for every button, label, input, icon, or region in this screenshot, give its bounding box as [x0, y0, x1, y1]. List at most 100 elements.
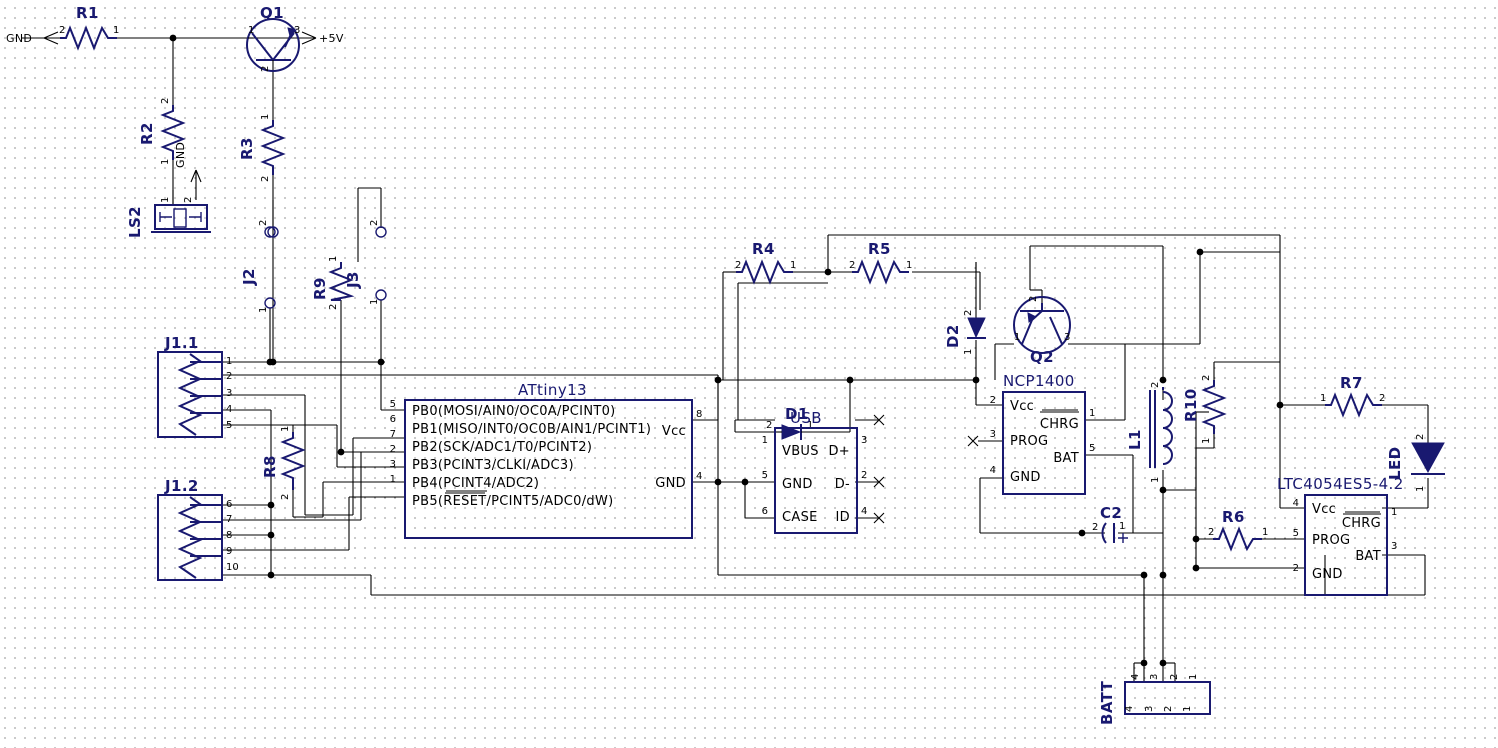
ic-ncp1400[interactable]: NCP1400 Vcc PROG GND CHRG BAT 2 3 4 1 5	[967, 372, 1095, 495]
pin-r1-1: 1	[113, 25, 119, 36]
pin-j1-1-1: 1	[226, 356, 232, 367]
ref-ls2: LS2	[126, 206, 144, 238]
pinname-ltc-prog: PROG	[1312, 533, 1350, 548]
ic-attiny13[interactable]: ATtiny13 5 6 7 2 3 1 PB0(MOSI/AIN0/OC0A/…	[390, 381, 703, 539]
pinname-dplus: D+	[828, 444, 850, 459]
pin-r3-2: 2	[260, 176, 271, 182]
pin-ncp-5: 5	[1089, 443, 1095, 454]
pin-j1-1-5: 5	[226, 420, 232, 431]
pinlbl-batt-1: 1	[1188, 674, 1199, 680]
ic-ltc4054-name: LTC4054ES5-4.2	[1277, 475, 1404, 493]
ic-usb[interactable]: USB VBUS GND CASE D+ D- ID 1 5 6 3 2 4	[762, 409, 885, 534]
component-batt[interactable]: BATT 4 3 2 1 4 3 2 1	[1098, 674, 1211, 725]
ref-r6: R6	[1222, 508, 1245, 526]
component-d2[interactable]: D2 2 1	[944, 310, 986, 355]
pin-ncp-2: 2	[990, 395, 996, 406]
pin-c2-1: 1	[1119, 521, 1125, 532]
pin-attiny-8: 8	[696, 409, 702, 420]
component-r4[interactable]: R4 2 1	[735, 240, 796, 285]
pinname-pb1: PB1(MISO/INT0/OC0B/AIN1/PCINT1)	[412, 422, 651, 437]
pin-ncp-4: 4	[990, 465, 996, 476]
pin-ltc-3: 3	[1391, 541, 1397, 552]
pin-q1-2: 2	[260, 66, 271, 72]
pin-j2-2: 2	[258, 220, 269, 226]
wires	[22, 37, 1429, 682]
pin-r1-2: 2	[59, 25, 65, 36]
net-label-gnd-r2: GND	[174, 142, 187, 168]
pin-attiny-6: 6	[390, 414, 396, 425]
pin-d2-2: 2	[963, 310, 974, 316]
pin-r4-2: 2	[735, 260, 741, 271]
pin-r9-2: 2	[328, 304, 339, 310]
component-ls2[interactable]: LS2 1 2	[126, 197, 211, 238]
ic-ncp1400-name: NCP1400	[1003, 372, 1075, 390]
pin-usb-3: 3	[861, 435, 867, 446]
component-j3[interactable]: J3 1 2	[344, 220, 387, 305]
pin-r2-2: 2	[160, 98, 171, 104]
pin-usb-4: 4	[861, 506, 867, 517]
pin-d1-2: 2	[766, 420, 772, 431]
ref-r1: R1	[76, 4, 99, 22]
pin-r2-1: 1	[160, 159, 171, 165]
component-q2[interactable]: Q2 1 2 3	[1013, 296, 1071, 366]
pin-r6-1: 1	[1262, 527, 1268, 538]
pin-batt-4: 4	[1124, 706, 1135, 712]
pin-q2-1: 1	[1014, 332, 1020, 343]
component-r6[interactable]: R6 2 1	[1208, 508, 1268, 552]
pin-r8-2: 2	[280, 494, 291, 500]
pin-ls2-2: 2	[183, 197, 194, 203]
ref-l1: L1	[1126, 429, 1144, 450]
pin-j1-2-8: 8	[226, 530, 232, 541]
pin-usb-5: 5	[762, 470, 768, 481]
pinname-usb-gnd: GND	[782, 477, 813, 492]
pin-attiny-4: 4	[696, 471, 702, 482]
pin-j1-1-2: 2	[226, 371, 232, 382]
ic-attiny13-name: ATtiny13	[518, 381, 587, 399]
component-r10[interactable]: R10 2 1	[1182, 375, 1227, 490]
pin-ltc-2: 2	[1293, 563, 1299, 574]
ref-batt: BATT	[1098, 680, 1116, 725]
pin-r3-1: 1	[260, 114, 271, 120]
usb-nc-markers	[873, 414, 885, 524]
ref-d2: D2	[944, 324, 962, 348]
pin-led-1: 1	[1415, 486, 1426, 492]
pin-j3-1: 1	[369, 299, 380, 305]
pin-r8-1: 1	[280, 426, 291, 432]
component-j1-2[interactable]: J1.2 6 7 8 9 10	[157, 477, 239, 581]
ic-ltc4054[interactable]: LTC4054ES5-4.2 Vcc PROG GND CHRG BAT 4 5…	[1277, 475, 1404, 596]
pinname-ncp-prog: PROG	[1010, 434, 1048, 449]
component-r1[interactable]: R1 2 1	[59, 4, 119, 51]
schematic-sheet: GND +5V R1 2 1 R2 2 1 GND LS2 1 2 Q1 1 2…	[0, 0, 1498, 748]
component-r8[interactable]: R8 1 2	[261, 426, 306, 500]
pinname-ncp-vcc: Vcc	[1010, 399, 1034, 414]
pin-j1-2-7: 7	[226, 514, 232, 525]
ref-j1-1: J1.1	[164, 334, 199, 352]
pin-batt-1: 1	[1182, 706, 1193, 712]
pin-usb-1: 1	[762, 435, 768, 446]
pinname-ltc-gnd: GND	[1312, 567, 1343, 582]
component-j1-1[interactable]: J1.1 1 2 3 4 5	[157, 334, 232, 438]
component-r3[interactable]: R3 1 2	[238, 114, 286, 238]
pin-usb-2: 2	[861, 470, 867, 481]
pinname-case: CASE	[782, 510, 818, 525]
pinname-vbus: VBUS	[782, 444, 819, 459]
pinname-pb0: PB0(MOSI/AIN0/OC0A/PCINT0)	[412, 404, 616, 419]
pin-attiny-7: 7	[390, 429, 396, 440]
pin-r6-2: 2	[1208, 527, 1214, 538]
component-r5[interactable]: R5 2 1	[828, 240, 912, 285]
ref-j1-2: J1.2	[164, 477, 199, 495]
component-r7[interactable]: R7 1 2	[1320, 374, 1385, 418]
component-j2[interactable]: J2 1 2	[240, 220, 276, 313]
pinname-ncp-bat: BAT	[1053, 451, 1079, 466]
pin-d2-1: 1	[963, 349, 974, 355]
pin-q1-1: 1	[248, 25, 254, 36]
ref-r3: R3	[238, 137, 256, 160]
pinlbl-batt-2: 2	[1169, 674, 1180, 680]
pinname-ncp-gnd: GND	[1010, 470, 1041, 485]
pin-l1-2: 2	[1150, 382, 1161, 388]
component-c2[interactable]: C2 2 1	[1092, 504, 1128, 544]
pinname-attiny-vcc: Vcc	[662, 424, 686, 439]
pin-q2-2: 2	[1028, 296, 1039, 302]
pin-ltc-5: 5	[1293, 528, 1299, 539]
pinname-ncp-chrg: CHRG	[1040, 417, 1079, 432]
